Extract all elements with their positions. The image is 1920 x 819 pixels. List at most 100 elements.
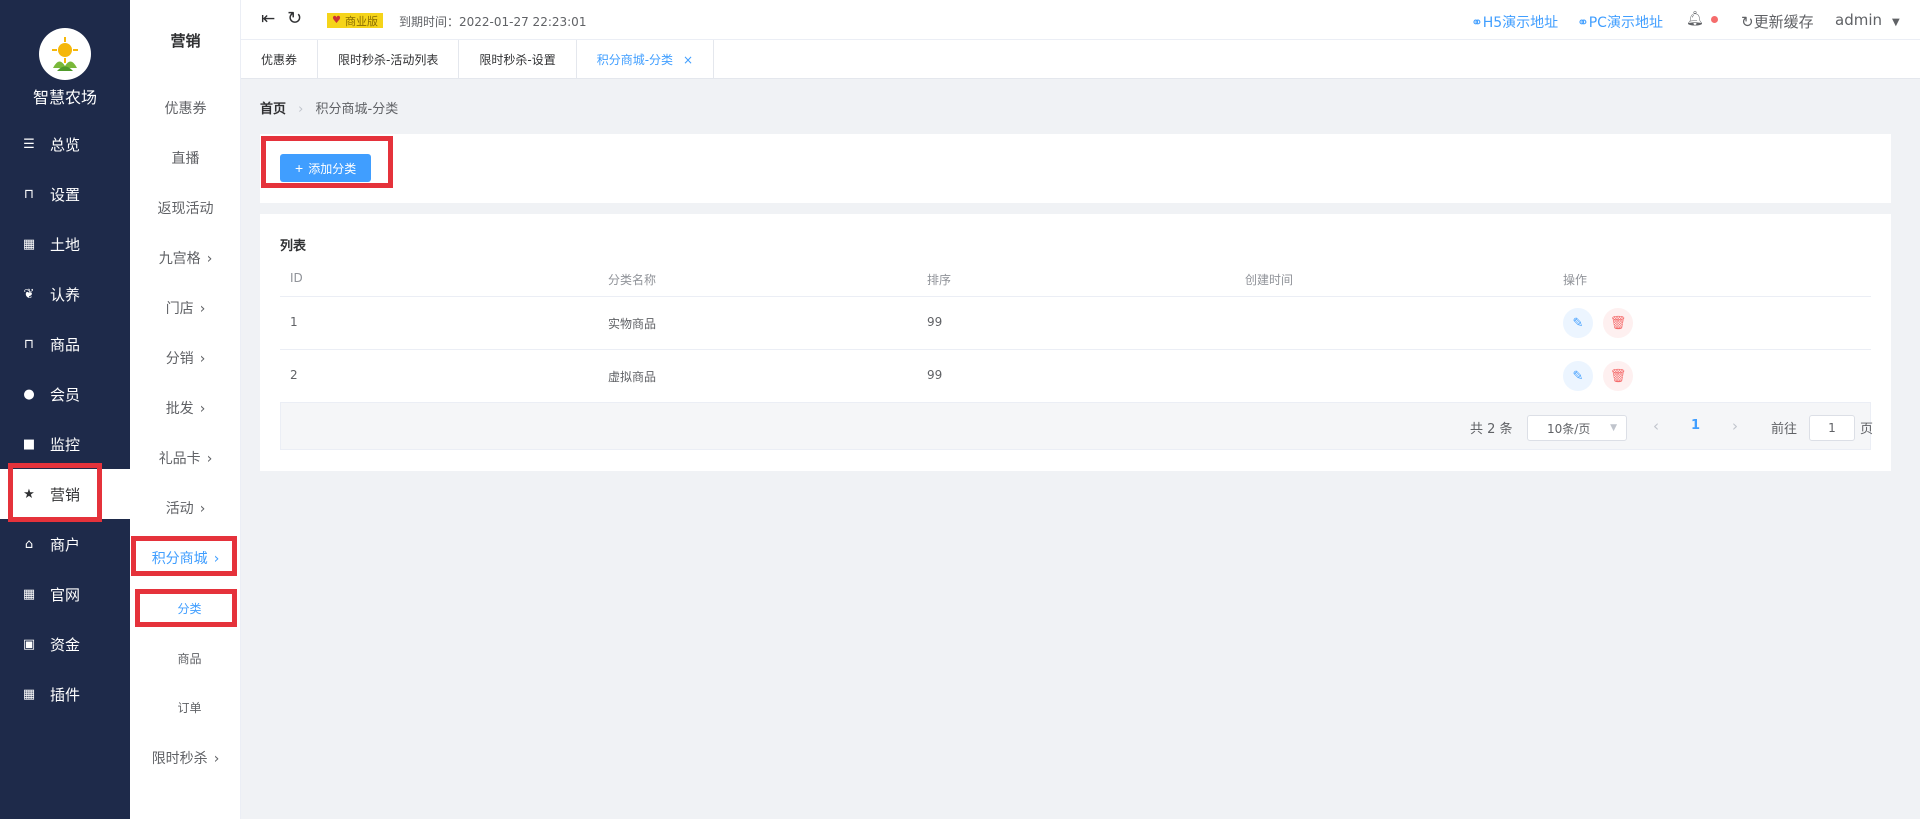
submenu-item-points-mall[interactable]: 积分商城 › <box>130 548 241 568</box>
refresh-icon[interactable]: ↻ <box>287 8 302 29</box>
expire-time: 到期时间：2022-01-27 22:23:01 <box>399 15 587 29</box>
submenu-item-flash-sale[interactable]: 限时秒杀 › <box>130 748 241 768</box>
nav-item-adopt[interactable]: ❦ 认养 <box>0 269 130 319</box>
star-icon: ★ <box>23 486 35 502</box>
bag-icon: ⊓ <box>23 336 35 352</box>
pc-demo-link[interactable]: ⚭PC演示地址 <box>1577 12 1663 32</box>
chevron-down-icon: ▼ <box>1610 423 1617 433</box>
nav-item-overview[interactable]: ☰ 总览 <box>0 119 130 169</box>
tab-flash-sale-list[interactable]: 限时秒杀-活动列表 <box>318 40 460 79</box>
cell-name: 实物商品 <box>608 317 657 331</box>
nav-item-label: 认养 <box>50 285 81 304</box>
submenu-item-stores[interactable]: 门店 › <box>130 298 241 318</box>
nav-item-label: 总览 <box>50 135 81 154</box>
nav-item-label: 官网 <box>50 585 81 604</box>
breadcrumb-current: 积分商城-分类 <box>315 102 399 117</box>
chevron-right-icon: › <box>213 551 220 567</box>
nav-item-monitor[interactable]: ■ 监控 <box>0 419 130 469</box>
nav-item-funds[interactable]: ▣ 资金 <box>0 619 130 669</box>
trash-icon: 🗑︎ <box>1609 368 1627 384</box>
goto-page-input[interactable] <box>1809 415 1855 441</box>
chevron-right-icon: › <box>206 251 213 267</box>
top-header: ⇤ ↻ ♥ 商业版 到期时间：2022-01-27 22:23:01 ⚭H5演示地… <box>241 0 1920 40</box>
user-icon: ● <box>23 386 35 402</box>
delete-button[interactable]: 🗑︎ <box>1603 361 1633 391</box>
tab-flash-sale-settings[interactable]: 限时秒杀-设置 <box>459 40 577 79</box>
submenu-item-goods[interactable]: 商品 <box>130 650 241 667</box>
column-header-id: ID <box>290 271 303 285</box>
submenu-item-gift-card[interactable]: 礼品卡 › <box>130 448 241 468</box>
table-divider <box>280 296 1871 297</box>
nav-item-marketing[interactable]: ★ 营销 <box>0 469 130 519</box>
submenu-item-category[interactable]: 分类 <box>130 600 241 617</box>
close-icon[interactable]: × <box>683 53 693 67</box>
bag-icon: ⊓ <box>23 186 35 202</box>
toolbar-card: + 添加分类 <box>260 134 1891 203</box>
edit-button[interactable]: ✎ <box>1563 361 1593 391</box>
prev-page-button[interactable]: ‹ <box>1653 417 1659 435</box>
nav-item-merchants[interactable]: ⌂ 商户 <box>0 519 130 569</box>
grid-icon: ▦ <box>22 586 36 602</box>
badge-icon: ❦ <box>23 286 35 302</box>
column-header-created: 创建时间 <box>1245 273 1294 287</box>
submenu-item-distribution[interactable]: 分销 › <box>130 348 241 368</box>
next-page-button[interactable]: › <box>1732 417 1738 435</box>
column-header-actions: 操作 <box>1563 273 1588 287</box>
money-icon: ▣ <box>22 636 36 652</box>
nav-item-land[interactable]: ▦ 土地 <box>0 219 130 269</box>
link-icon: ⚭ <box>1471 15 1483 31</box>
nav-item-label: 会员 <box>50 385 81 404</box>
nav-item-members[interactable]: ● 会员 <box>0 369 130 419</box>
h5-demo-link[interactable]: ⚭H5演示地址 <box>1471 12 1558 32</box>
nav-item-settings[interactable]: ⊓ 设置 <box>0 169 130 219</box>
chevron-right-icon: › <box>199 301 206 317</box>
page-suffix: 页 <box>1860 422 1874 437</box>
column-header-sort: 排序 <box>927 273 952 287</box>
plus-icon: + <box>295 160 304 176</box>
nav-item-plugins[interactable]: ▦ 插件 <box>0 669 130 719</box>
breadcrumb-home[interactable]: 首页 <box>260 102 286 117</box>
column-header-name: 分类名称 <box>608 273 657 287</box>
tab-coupons[interactable]: 优惠券 <box>241 40 319 79</box>
refresh-cache-button[interactable]: ↻更新缓存 <box>1741 11 1814 32</box>
heart-icon: ♥ <box>332 15 341 26</box>
cell-id: 1 <box>290 315 298 329</box>
current-page[interactable]: 1 <box>1691 418 1700 433</box>
user-menu[interactable]: admin ▼ <box>1835 11 1900 29</box>
list-title: 列表 <box>280 239 307 254</box>
submenu-item-nine-grid[interactable]: 九宫格 › <box>130 248 241 268</box>
goto-label: 前往 <box>1771 422 1798 437</box>
nav-item-label: 商品 <box>50 335 81 354</box>
nav-item-label: 营销 <box>50 485 81 504</box>
edit-icon: ✎ <box>1572 368 1584 384</box>
chevron-right-icon: › <box>199 401 206 417</box>
brand-name: 智慧农场 <box>32 88 97 107</box>
delete-button[interactable]: 🗑︎ <box>1603 308 1633 338</box>
submenu-item-coupons[interactable]: 优惠券 <box>130 98 241 118</box>
collapse-menu-icon[interactable]: ⇤ <box>261 9 275 29</box>
store-icon: ⌂ <box>24 536 34 552</box>
chevron-right-icon: › <box>206 451 213 467</box>
submenu-item-activities[interactable]: 活动 › <box>130 498 241 518</box>
sliders-icon: ☰ <box>23 136 35 152</box>
grid-icon: ▦ <box>22 236 36 252</box>
tab-points-mall-category[interactable]: 积分商城-分类 × <box>577 40 715 79</box>
add-category-button[interactable]: + 添加分类 <box>280 154 372 182</box>
submenu-item-orders[interactable]: 订单 <box>130 699 241 716</box>
chevron-right-icon: › <box>199 351 206 367</box>
page-size-select[interactable]: 10条/页 ▼ <box>1527 415 1627 441</box>
submenu-item-wholesale[interactable]: 批发 › <box>130 398 241 418</box>
camera-icon: ■ <box>22 436 36 452</box>
pagination-bar: 共 2 条 10条/页▼ ‹ 1 › 前往 页 <box>280 402 1874 450</box>
nav-item-goods[interactable]: ⊓ 商品 <box>0 319 130 369</box>
nav-item-label: 商户 <box>50 535 81 554</box>
nav-item-website[interactable]: ▦ 官网 <box>0 569 130 619</box>
caret-down-icon: ▼ <box>1892 17 1900 28</box>
trash-icon: 🗑︎ <box>1609 315 1627 331</box>
edit-button[interactable]: ✎ <box>1563 308 1593 338</box>
cell-sort: 99 <box>927 315 943 329</box>
nav-item-label: 土地 <box>50 235 81 254</box>
submenu-item-cashback[interactable]: 返现活动 <box>130 198 241 218</box>
bell-icon[interactable]: 🔔︎ <box>1686 11 1704 27</box>
submenu-item-live[interactable]: 直播 <box>130 148 241 168</box>
